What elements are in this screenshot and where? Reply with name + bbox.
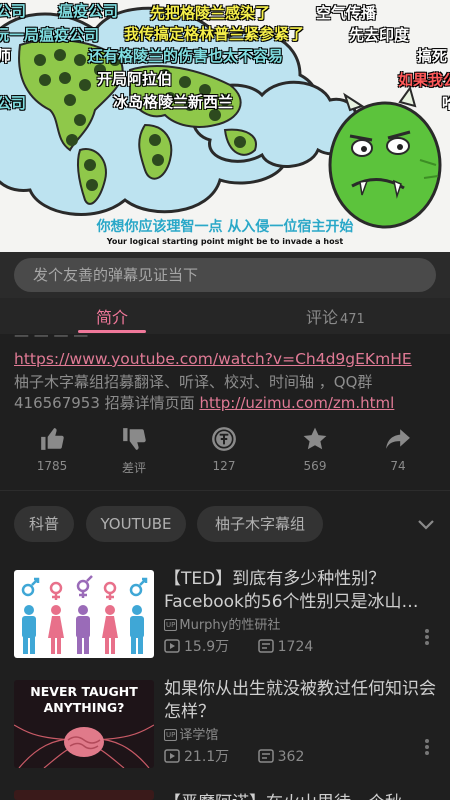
description-text: 柚子木字幕组招募翻译、听译、校对、时间轴 ，QQ群416567953 招募详情页…	[14, 372, 439, 414]
tag-chip[interactable]: 科普	[14, 506, 74, 542]
danmaku-comment: 玩一局瘟疫公司	[0, 26, 100, 44]
dislike-label: 差评	[121, 461, 146, 475]
favorite-count: 569	[303, 459, 327, 473]
video-title: 【恶魔阿诺】在火山里待一个秋	[164, 792, 439, 800]
thumbnail-caption-line2: ANYTHING?	[44, 700, 125, 715]
action-bar: 1785 差评 127 569 74	[0, 426, 450, 486]
uploader-name: Murphy的性研社	[179, 618, 281, 633]
tab-comments-label: 评论	[306, 308, 339, 327]
video-thumbnail: NEVER TAUGHT ANYTHING?	[14, 680, 154, 768]
chevron-down-icon[interactable]	[416, 515, 436, 535]
comment-count: 471	[340, 312, 365, 327]
video-thumbnail	[14, 570, 154, 658]
more-options-icon[interactable]	[424, 738, 430, 756]
more-options-icon[interactable]	[424, 628, 430, 646]
video-description: — — — — https://www.youtube.com/watch?v=…	[0, 326, 450, 490]
share-icon	[386, 429, 410, 449]
star-icon	[303, 427, 327, 450]
danmaku-comment: 冰岛格陵兰新西兰	[113, 93, 234, 111]
up-badge: UP	[164, 729, 178, 741]
like-count: 1785	[36, 459, 68, 473]
youtube-source-link[interactable]: https://www.youtube.com/watch?v=Ch4d9gEK…	[14, 350, 412, 368]
danmaku-count: 1724	[257, 639, 314, 655]
danmaku-bar: 发个友善的弹幕见证当下	[0, 252, 450, 298]
danmaku-comment: 空气传播	[316, 4, 377, 22]
favorite-button[interactable]: 569	[285, 426, 345, 473]
danmaku-count-icon	[257, 639, 274, 653]
uploader-name: 译学馆	[179, 728, 219, 743]
danmaku-comment: 公司	[0, 2, 27, 20]
description-clipped-line: — — — —	[14, 326, 89, 344]
uploader: UP 译学馆	[164, 724, 218, 743]
danmaku-comment: 如果我公	[398, 71, 450, 89]
view-count-value: 21.1万	[184, 749, 230, 765]
tab-intro[interactable]: 简介	[96, 304, 128, 328]
dislike-icon	[123, 428, 146, 450]
danmaku-count-value: 362	[277, 749, 305, 765]
coin-icon	[212, 427, 236, 451]
danmaku-comment: 哈	[442, 94, 450, 112]
video-title: 【TED】到底有多少种性别？Facebook的56个性别只是冰山…	[164, 569, 419, 612]
coin-count: 127	[212, 459, 236, 473]
video-thumbnail: $1200	[14, 790, 154, 800]
recruit-page-link[interactable]: http://uzimu.com/zm.html	[199, 394, 394, 412]
danmaku-count-value: 1724	[277, 639, 314, 655]
danmaku-comment: 先把格陵兰感染了	[150, 4, 271, 22]
danmaku-comment: 搞死	[417, 47, 448, 65]
danmaku-count-icon	[257, 749, 274, 763]
video-stats: 21.1万 362	[164, 746, 328, 766]
dislike-button[interactable]: 差评	[104, 426, 164, 476]
view-count-value: 15.9万	[184, 639, 230, 655]
share-button[interactable]: 74	[368, 426, 428, 473]
danmaku-comment: 还有格陵兰的伤害也太不容易	[88, 47, 284, 65]
danmaku-comment: 开局阿拉伯	[97, 70, 173, 88]
view-count: 21.1万	[164, 746, 229, 766]
coin-button[interactable]: 127	[194, 426, 254, 473]
play-count-icon	[164, 639, 180, 653]
tag-chip[interactable]: 柚子木字幕组	[197, 506, 323, 542]
thumbnail-caption-line1: NEVER TAUGHT	[30, 684, 138, 699]
share-count: 74	[390, 459, 406, 473]
uploader: UP Murphy的性研社	[164, 614, 280, 633]
recommended-video[interactable]: 【TED】到底有多少种性别？Facebook的56个性别只是冰山… UP Murp…	[0, 569, 450, 680]
danmaku-comment: 瘟疫公司	[58, 2, 119, 20]
up-badge: UP	[164, 619, 178, 631]
like-button[interactable]: 1785	[22, 426, 82, 473]
subtitle-english: Your logical starting point might be to …	[106, 237, 344, 246]
video-player[interactable]: 公司 瘟疫公司 先把格陵兰感染了 空气传播 我传搞定格林普兰紧参紧了 玩一局瘟疫…	[0, 0, 450, 252]
play-count-icon	[164, 749, 180, 763]
like-icon	[41, 428, 64, 450]
tag-row: 科普 YOUTUBE 柚子木字幕组	[0, 490, 450, 556]
view-count: 15.9万	[164, 636, 229, 656]
recommended-video[interactable]: $1200 【恶魔阿诺】在火山里待一个秋	[0, 790, 450, 800]
video-stats: 15.9万 1724	[164, 636, 337, 656]
subtitle-chinese: 你想你应该理智一点 从入侵一位宿主开始	[96, 219, 354, 235]
danmaku-input[interactable]: 发个友善的弹幕见证当下	[14, 258, 436, 292]
tag-chip[interactable]: YOUTUBE	[86, 506, 186, 542]
danmaku-comment: 公司	[0, 94, 27, 112]
danmaku-comment: 先去印度	[349, 26, 410, 44]
danmaku-comment: 我传搞定格林普兰紧参紧了	[124, 25, 305, 43]
tab-comments[interactable]: 评论 471	[306, 304, 365, 328]
danmaku-comment: 师	[0, 47, 12, 65]
danmaku-count: 362	[257, 749, 305, 765]
video-title: 如果你从出生就没被教过任何知识会怎样？	[164, 679, 436, 722]
recommended-video[interactable]: NEVER TAUGHT ANYTHING? 如果你从出生就没被教过任何知识会怎…	[0, 679, 450, 790]
